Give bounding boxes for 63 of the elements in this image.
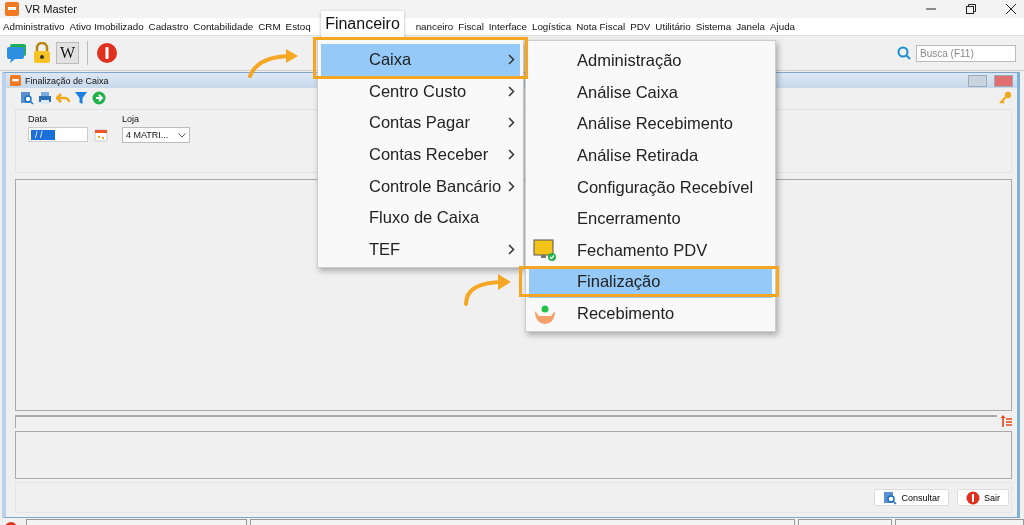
menu-item[interactable]: Fluxo de Caixa [321, 201, 520, 234]
menu-item[interactable]: Ativo Imobilizado [69, 21, 144, 32]
menu-item[interactable]: TEF [321, 233, 520, 266]
menu-item[interactable]: Contas Receber [321, 138, 520, 171]
menu-item[interactable]: Nota Fiscal [576, 21, 626, 32]
app-icon [10, 75, 21, 86]
search-field[interactable]: Busca (F11) [916, 44, 1016, 62]
key-icon[interactable] [998, 91, 1012, 105]
exit-button[interactable]: Sair [957, 489, 1009, 506]
padlock-icon[interactable] [33, 42, 51, 64]
pointer-arrow [248, 48, 300, 78]
restore-icon[interactable] [966, 4, 976, 14]
menu-item[interactable]: Análise Caixa [529, 76, 772, 109]
monitor-icon [533, 239, 557, 262]
menu-item[interactable]: Análise Retirada [529, 139, 772, 172]
inner-window-title: Finalização de Caixa [25, 75, 109, 86]
search-document-icon[interactable] [20, 91, 34, 105]
chat-icon[interactable] [6, 42, 28, 64]
menu-item[interactable]: Caixa [321, 44, 520, 76]
consult-button[interactable]: Consultar [874, 489, 949, 506]
date-field[interactable]: / / [28, 127, 88, 142]
menu-item[interactable]: nanceiro [415, 21, 454, 32]
close-icon[interactable] [1006, 4, 1016, 14]
menu-item[interactable]: Utilitário [655, 21, 691, 32]
menu-item[interactable]: Configuração Recebível [529, 171, 772, 203]
filter-icon[interactable] [74, 91, 88, 105]
menu-item[interactable]: Análise Recebimento [529, 108, 772, 140]
menu-item[interactable]: Recebimento [529, 297, 772, 330]
menu-item[interactable]: Contabilidade [193, 21, 254, 32]
menu-item[interactable]: Sistema [695, 21, 732, 32]
menu-item[interactable]: Centro Custo [321, 75, 520, 108]
printer-icon[interactable] [38, 91, 52, 105]
menu-item[interactable]: PDV [630, 21, 651, 32]
search-document-icon [883, 490, 898, 505]
store-dropdown[interactable]: 4 MATRI... [122, 127, 190, 143]
menu-item[interactable]: Cadastro [148, 21, 189, 32]
field-label: Data [28, 114, 48, 124]
close-button[interactable] [994, 74, 1013, 87]
menu-item[interactable]: Ajuda [770, 21, 796, 32]
stop-icon [966, 490, 980, 505]
menu-item[interactable]: CRM [258, 21, 281, 32]
menu-item[interactable]: Estoq [285, 21, 311, 32]
menu-item[interactable]: Logística [531, 21, 572, 32]
menu-item[interactable]: Fechamento PDV [529, 234, 772, 267]
menu-item[interactable]: Administrativo [3, 21, 65, 32]
menu-item[interactable]: Encerramento [529, 202, 772, 235]
menu-item[interactable]: Contas Pagar [321, 107, 520, 139]
menu-title-callout: Financeiro [321, 11, 404, 37]
chevron-down-icon [178, 132, 186, 138]
menu-item[interactable]: Interface [488, 21, 527, 32]
menu-item[interactable]: Fiscal [458, 21, 484, 32]
forward-icon[interactable] [92, 91, 106, 105]
menu-item[interactable]: Administração [529, 45, 772, 77]
sort-icon[interactable] [1000, 414, 1012, 428]
stop-icon[interactable] [96, 42, 119, 64]
field-label: Loja [122, 114, 140, 124]
menu-item[interactable]: Controle Bancário [321, 170, 520, 202]
menu-item[interactable]: Janela [736, 21, 765, 32]
restore-button[interactable] [968, 74, 987, 87]
w-button[interactable]: W [56, 42, 80, 64]
search-icon[interactable] [897, 46, 911, 60]
calendar-icon[interactable] [94, 127, 108, 142]
window-title: VR Master [25, 3, 77, 15]
